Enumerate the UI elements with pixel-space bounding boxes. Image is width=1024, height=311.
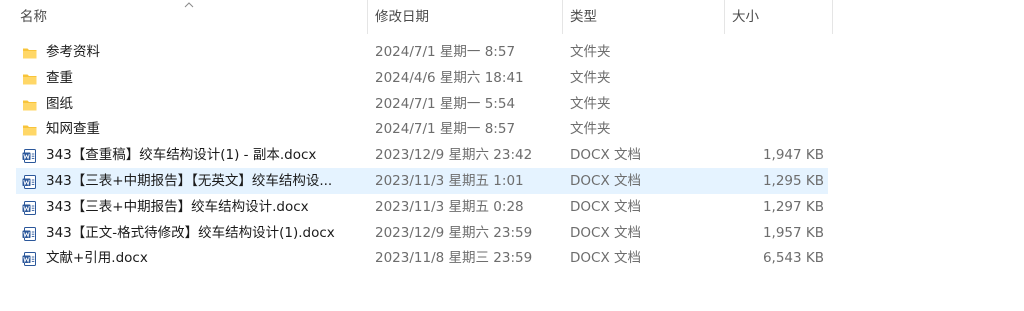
column-header-bar: 名称 修改日期 类型 大小 (0, 0, 1024, 34)
file-size: 6,543 KB (762, 250, 824, 267)
file-row[interactable]: 知网查重 2024/7/1 星期一 8:57 文件夹 (16, 116, 828, 142)
file-name: 343【正文-格式待修改】绞车结构设计(1).docx (46, 224, 335, 241)
sort-ascending-icon (184, 2, 194, 8)
file-type: 文件夹 (570, 44, 611, 60)
file-name: 343【三表+中期报告】绞车结构设计.docx (46, 198, 309, 215)
column-header-date-label: 修改日期 (375, 9, 429, 25)
file-size (716, 65, 824, 91)
word-doc-icon (22, 250, 38, 267)
column-header-size[interactable]: 大小 (725, 0, 833, 34)
folder-icon (22, 96, 38, 112)
folder-icon (22, 70, 38, 86)
file-name: 知网查重 (46, 121, 100, 138)
file-modified-date: 2023/12/9 星期六 23:59 (375, 224, 533, 241)
file-name: 查重 (46, 69, 73, 86)
file-name: 文献+引用.docx (46, 250, 148, 267)
file-type: DOCX 文档 (570, 250, 641, 267)
file-name: 343【三表+中期报告】【无英文】绞车结构设... (46, 173, 333, 189)
file-modified-date: 2024/7/1 星期一 5:54 (375, 95, 516, 112)
file-type: DOCX 文档 (570, 224, 641, 241)
file-row[interactable]: 参考资料 2024/7/1 星期一 8:57 文件夹 (16, 39, 828, 65)
file-row[interactable]: 343【三表+中期报告】绞车结构设计.docx 2023/11/3 星期五 0:… (16, 194, 828, 220)
word-doc-icon (22, 173, 38, 189)
file-type: 文件夹 (570, 95, 611, 112)
file-size: 1,297 KB (762, 198, 824, 215)
file-size (716, 91, 824, 117)
file-row[interactable]: 343【正文-格式待修改】绞车结构设计(1).docx 2023/12/9 星期… (16, 220, 828, 246)
column-header-type-label: 类型 (570, 9, 597, 25)
file-row[interactable]: 文献+引用.docx 2023/11/8 星期三 23:59 DOCX 文档 6… (16, 245, 828, 271)
file-size: 1,947 KB (762, 147, 824, 164)
file-name: 参考资料 (46, 44, 100, 60)
word-doc-icon (22, 147, 38, 164)
file-modified-date: 2024/7/1 星期一 8:57 (375, 44, 516, 60)
word-doc-icon (22, 225, 38, 241)
file-row[interactable]: 查重 2024/4/6 星期六 18:41 文件夹 (16, 65, 828, 91)
file-modified-date: 2023/11/8 星期三 23:59 (375, 250, 533, 267)
file-type: DOCX 文档 (570, 147, 641, 164)
file-row[interactable]: 图纸 2024/7/1 星期一 5:54 文件夹 (16, 91, 828, 117)
file-size (716, 39, 824, 65)
folder-icon (22, 121, 38, 137)
file-size: 1,957 KB (762, 224, 824, 241)
file-modified-date: 2024/7/1 星期一 8:57 (375, 121, 516, 138)
file-type: 文件夹 (570, 69, 611, 86)
file-size: 1,295 KB (762, 173, 824, 189)
file-row[interactable]: 343【三表+中期报告】【无英文】绞车结构设... 2023/11/3 星期五 … (16, 168, 828, 194)
file-modified-date: 2023/11/3 星期五 1:01 (375, 173, 524, 189)
file-modified-date: 2023/11/3 星期五 0:28 (375, 198, 524, 215)
file-name: 343【查重稿】绞车结构设计(1) - 副本.docx (46, 147, 317, 164)
file-size (716, 116, 824, 142)
file-modified-date: 2024/4/6 星期六 18:41 (375, 69, 524, 86)
word-doc-icon (22, 199, 38, 215)
file-type: 文件夹 (570, 121, 611, 138)
file-modified-date: 2023/12/9 星期六 23:42 (375, 147, 533, 164)
file-name: 图纸 (46, 95, 73, 112)
column-header-type[interactable]: 类型 (563, 0, 725, 34)
column-header-name-label: 名称 (20, 9, 47, 25)
file-type: DOCX 文档 (570, 198, 641, 215)
file-type: DOCX 文档 (570, 173, 641, 189)
file-row[interactable]: 343【查重稿】绞车结构设计(1) - 副本.docx 2023/12/9 星期… (16, 142, 828, 168)
column-header-size-label: 大小 (732, 9, 759, 25)
column-header-date[interactable]: 修改日期 (368, 0, 563, 34)
folder-icon (22, 44, 38, 60)
